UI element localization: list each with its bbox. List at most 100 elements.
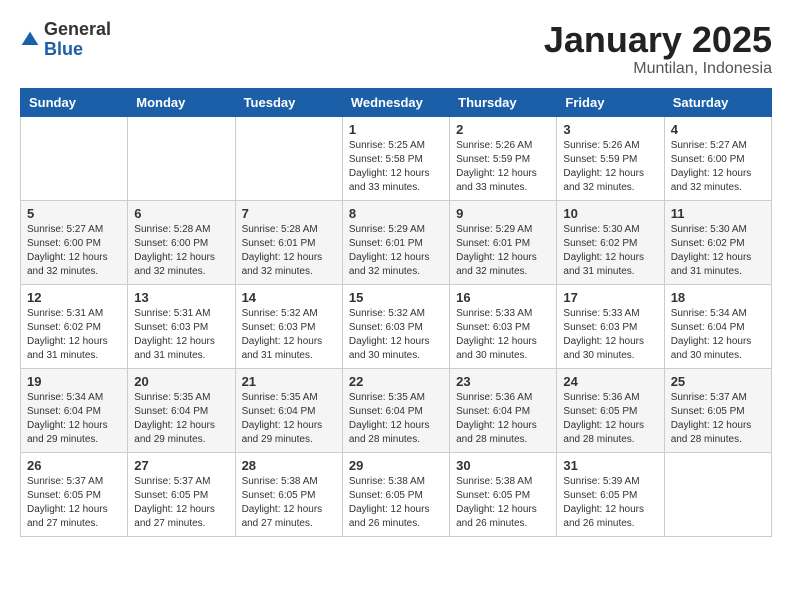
logo: General Blue bbox=[20, 20, 111, 60]
day-number: 22 bbox=[349, 374, 443, 389]
day-number: 14 bbox=[242, 290, 336, 305]
day-info: Sunrise: 5:35 AM Sunset: 6:04 PM Dayligh… bbox=[242, 391, 336, 447]
day-number: 4 bbox=[671, 122, 765, 137]
weekday-header: Friday bbox=[557, 88, 664, 116]
day-info: Sunrise: 5:27 AM Sunset: 6:00 PM Dayligh… bbox=[671, 139, 765, 195]
day-info: Sunrise: 5:39 AM Sunset: 6:05 PM Dayligh… bbox=[563, 475, 657, 531]
day-info: Sunrise: 5:31 AM Sunset: 6:03 PM Dayligh… bbox=[134, 307, 228, 363]
day-number: 15 bbox=[349, 290, 443, 305]
calendar-cell: 3Sunrise: 5:26 AM Sunset: 5:59 PM Daylig… bbox=[557, 116, 664, 200]
day-number: 25 bbox=[671, 374, 765, 389]
day-number: 17 bbox=[563, 290, 657, 305]
calendar-week-row: 26 Sunrise: 5:37 AM Sunset: 6:05 PM Dayli… bbox=[21, 452, 772, 536]
day-info: Sunrise: 5:35 AM Sunset: 6:04 PM Dayligh… bbox=[134, 391, 228, 447]
day-number: 24 bbox=[563, 374, 657, 389]
calendar-cell: 2 Sunrise: 5:26 AM Sunset: 5:59 PM Daylig… bbox=[450, 116, 557, 200]
day-info: Sunrise: 5:38 AM Sunset: 6:05 PM Dayligh… bbox=[349, 475, 443, 531]
weekday-header: Monday bbox=[128, 88, 235, 116]
calendar-cell: 8Sunrise: 5:29 AM Sunset: 6:01 PM Daylig… bbox=[342, 200, 449, 284]
day-info: Sunrise: 5:37 AM Sunset: 6:05 PM Dayligh… bbox=[134, 475, 228, 531]
day-info: Sunrise: 5:32 AM Sunset: 6:03 PM Dayligh… bbox=[242, 307, 336, 363]
calendar-cell: 26 Sunrise: 5:37 AM Sunset: 6:05 PM Dayli… bbox=[21, 452, 128, 536]
day-info: Sunrise: 5:34 AM Sunset: 6:04 PM Dayligh… bbox=[671, 307, 765, 363]
day-number: 19 bbox=[27, 374, 121, 389]
calendar-cell: 5 Sunrise: 5:27 AM Sunset: 6:00 PM Daylig… bbox=[21, 200, 128, 284]
weekday-header: Saturday bbox=[664, 88, 771, 116]
day-number: 18 bbox=[671, 290, 765, 305]
calendar-cell: 13 Sunrise: 5:31 AM Sunset: 6:03 PM Dayli… bbox=[128, 284, 235, 368]
calendar-week-row: 1 Sunrise: 5:25 AM Sunset: 5:58 PM Daylig… bbox=[21, 116, 772, 200]
day-number: 23 bbox=[456, 374, 550, 389]
calendar-cell: 20 Sunrise: 5:35 AM Sunset: 6:04 PM Dayli… bbox=[128, 368, 235, 452]
calendar-cell: 7Sunrise: 5:28 AM Sunset: 6:01 PM Daylig… bbox=[235, 200, 342, 284]
calendar-week-row: 5 Sunrise: 5:27 AM Sunset: 6:00 PM Daylig… bbox=[21, 200, 772, 284]
day-info: Sunrise: 5:28 AM Sunset: 6:01 PM Dayligh… bbox=[242, 223, 336, 279]
calendar-cell: 17 Sunrise: 5:33 AM Sunset: 6:03 PM Dayli… bbox=[557, 284, 664, 368]
calendar-cell: 31 Sunrise: 5:39 AM Sunset: 6:05 PM Dayli… bbox=[557, 452, 664, 536]
location: Muntilan, Indonesia bbox=[544, 60, 772, 78]
day-info: Sunrise: 5:36 AM Sunset: 6:04 PM Dayligh… bbox=[456, 391, 550, 447]
day-info: Sunrise: 5:36 AM Sunset: 6:05 PM Dayligh… bbox=[563, 391, 657, 447]
month-title: January 2025 bbox=[544, 20, 772, 60]
calendar-cell bbox=[664, 452, 771, 536]
calendar-cell: 21 Sunrise: 5:35 AM Sunset: 6:04 PM Dayli… bbox=[235, 368, 342, 452]
day-number: 5 bbox=[27, 206, 121, 221]
day-info: Sunrise: 5:27 AM Sunset: 6:00 PM Dayligh… bbox=[27, 223, 121, 279]
weekday-header-row: SundayMondayTuesdayWednesdayThursdayFrid… bbox=[21, 88, 772, 116]
day-info: Sunrise: 5:33 AM Sunset: 6:03 PM Dayligh… bbox=[456, 307, 550, 363]
day-number: 1 bbox=[349, 122, 443, 137]
calendar-cell: 19 Sunrise: 5:34 AM Sunset: 6:04 PM Dayli… bbox=[21, 368, 128, 452]
day-info: Sunrise: 5:35 AM Sunset: 6:04 PM Dayligh… bbox=[349, 391, 443, 447]
day-info: Sunrise: 5:32 AM Sunset: 6:03 PM Dayligh… bbox=[349, 307, 443, 363]
day-info: Sunrise: 5:28 AM Sunset: 6:00 PM Dayligh… bbox=[134, 223, 228, 279]
calendar-week-row: 12Sunrise: 5:31 AM Sunset: 6:02 PM Dayli… bbox=[21, 284, 772, 368]
day-info: Sunrise: 5:30 AM Sunset: 6:02 PM Dayligh… bbox=[563, 223, 657, 279]
day-info: Sunrise: 5:37 AM Sunset: 6:05 PM Dayligh… bbox=[671, 391, 765, 447]
day-number: 20 bbox=[134, 374, 228, 389]
calendar-cell: 12Sunrise: 5:31 AM Sunset: 6:02 PM Dayli… bbox=[21, 284, 128, 368]
day-info: Sunrise: 5:38 AM Sunset: 6:05 PM Dayligh… bbox=[242, 475, 336, 531]
calendar-cell: 18 Sunrise: 5:34 AM Sunset: 6:04 PM Dayli… bbox=[664, 284, 771, 368]
calendar-cell: 9Sunrise: 5:29 AM Sunset: 6:01 PM Daylig… bbox=[450, 200, 557, 284]
calendar-cell: 28 Sunrise: 5:38 AM Sunset: 6:05 PM Dayli… bbox=[235, 452, 342, 536]
calendar-cell: 11 Sunrise: 5:30 AM Sunset: 6:02 PM Dayli… bbox=[664, 200, 771, 284]
day-number: 3 bbox=[563, 122, 657, 137]
day-number: 29 bbox=[349, 458, 443, 473]
day-info: Sunrise: 5:25 AM Sunset: 5:58 PM Dayligh… bbox=[349, 139, 443, 195]
weekday-header: Thursday bbox=[450, 88, 557, 116]
weekday-header: Wednesday bbox=[342, 88, 449, 116]
day-number: 10 bbox=[563, 206, 657, 221]
day-number: 31 bbox=[563, 458, 657, 473]
logo-blue: Blue bbox=[44, 39, 83, 59]
day-number: 2 bbox=[456, 122, 550, 137]
calendar-cell: 29 Sunrise: 5:38 AM Sunset: 6:05 PM Dayli… bbox=[342, 452, 449, 536]
calendar-cell: 10 Sunrise: 5:30 AM Sunset: 6:02 PM Dayli… bbox=[557, 200, 664, 284]
day-number: 28 bbox=[242, 458, 336, 473]
day-number: 16 bbox=[456, 290, 550, 305]
day-info: Sunrise: 5:30 AM Sunset: 6:02 PM Dayligh… bbox=[671, 223, 765, 279]
day-info: Sunrise: 5:26 AM Sunset: 5:59 PM Dayligh… bbox=[456, 139, 550, 195]
calendar-cell: 15 Sunrise: 5:32 AM Sunset: 6:03 PM Dayli… bbox=[342, 284, 449, 368]
day-info: Sunrise: 5:38 AM Sunset: 6:05 PM Dayligh… bbox=[456, 475, 550, 531]
day-info: Sunrise: 5:34 AM Sunset: 6:04 PM Dayligh… bbox=[27, 391, 121, 447]
calendar-cell: 27Sunrise: 5:37 AM Sunset: 6:05 PM Dayli… bbox=[128, 452, 235, 536]
day-number: 13 bbox=[134, 290, 228, 305]
calendar-cell bbox=[235, 116, 342, 200]
day-number: 12 bbox=[27, 290, 121, 305]
day-number: 30 bbox=[456, 458, 550, 473]
logo-text: General Blue bbox=[44, 20, 111, 60]
calendar-cell: 22 Sunrise: 5:35 AM Sunset: 6:04 PM Dayli… bbox=[342, 368, 449, 452]
page-header: General Blue January 2025 Muntilan, Indo… bbox=[20, 20, 772, 78]
day-info: Sunrise: 5:37 AM Sunset: 6:05 PM Dayligh… bbox=[27, 475, 121, 531]
calendar-cell: 30 Sunrise: 5:38 AM Sunset: 6:05 PM Dayli… bbox=[450, 452, 557, 536]
day-number: 8 bbox=[349, 206, 443, 221]
day-number: 26 bbox=[27, 458, 121, 473]
day-info: Sunrise: 5:33 AM Sunset: 6:03 PM Dayligh… bbox=[563, 307, 657, 363]
calendar-cell: 24 Sunrise: 5:36 AM Sunset: 6:05 PM Dayli… bbox=[557, 368, 664, 452]
calendar-cell bbox=[21, 116, 128, 200]
calendar-cell: 16 Sunrise: 5:33 AM Sunset: 6:03 PM Dayli… bbox=[450, 284, 557, 368]
calendar-cell: 14 Sunrise: 5:32 AM Sunset: 6:03 PM Dayli… bbox=[235, 284, 342, 368]
day-number: 21 bbox=[242, 374, 336, 389]
day-number: 11 bbox=[671, 206, 765, 221]
day-number: 9 bbox=[456, 206, 550, 221]
